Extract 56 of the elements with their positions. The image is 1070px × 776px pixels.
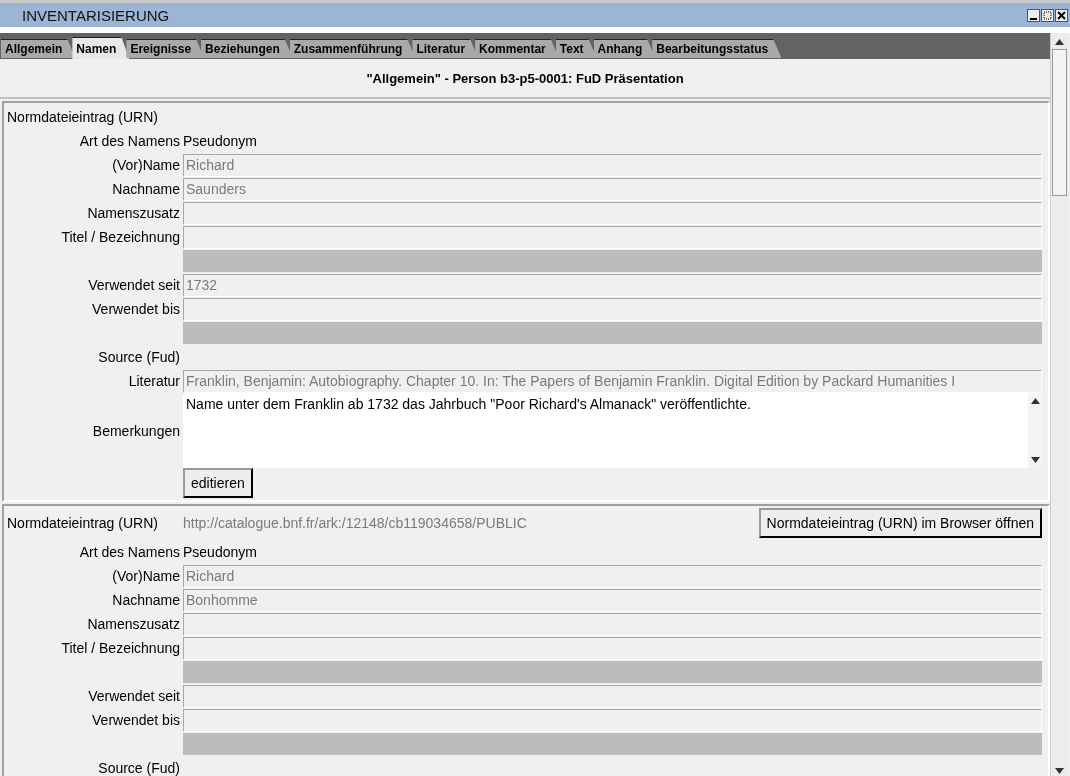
field-label: Titel / Bezeichnung xyxy=(60,229,180,245)
urn-value: http://catalogue.bnf.fr/ark:/12148/cb119034658/PUBLIC xyxy=(183,515,527,531)
text-field[interactable] xyxy=(183,201,1042,225)
field-label: Literatur xyxy=(127,373,180,389)
field-label: Source (Fud) xyxy=(97,760,180,776)
field-label: Namenszusatz xyxy=(86,205,180,221)
tab[interactable]: Namen xyxy=(72,37,130,59)
text-field[interactable]: Franklin, Benjamin: Autobiography. Chapter 10. In: The Papers of Benjamin Franklin. Digital Edition by Packard Humanities I xyxy=(183,369,1042,393)
close-icon[interactable] xyxy=(1055,8,1068,22)
tab[interactable]: Bearbeitungsstatus xyxy=(652,39,782,58)
vertical-scrollbar[interactable] xyxy=(1050,33,1068,776)
text-field[interactable] xyxy=(183,684,1042,708)
field-label: Nachname xyxy=(111,181,180,197)
maximize-icon[interactable] xyxy=(1041,8,1054,22)
text-field[interactable]: Saunders xyxy=(183,177,1042,201)
scroll-up-icon[interactable] xyxy=(1055,39,1064,45)
field-label: Verwendet bis xyxy=(91,301,180,317)
field-label: Art des Namens xyxy=(78,133,180,149)
text-field[interactable]: 1732 xyxy=(183,273,1042,297)
form-heading: "Allgemein" - Person b3-p5-0001: FuD Präsentation xyxy=(0,59,1050,99)
tab[interactable]: Kommentar xyxy=(475,39,559,58)
scroll-down-icon[interactable] xyxy=(1055,768,1064,774)
field-label: Verwendet seit xyxy=(87,277,180,293)
field-label: Verwendet seit xyxy=(87,688,180,704)
field-label: (Vor)Name xyxy=(111,568,180,584)
field-label: Namenszusatz xyxy=(86,616,180,632)
field-label: Verwendet bis xyxy=(91,712,180,728)
text-field[interactable] xyxy=(183,636,1042,660)
scroll-up-icon[interactable] xyxy=(1030,398,1040,404)
field-label: Normdateieintrag (URN) xyxy=(7,109,159,125)
scroll-thumb[interactable] xyxy=(1052,49,1067,196)
scrollbar[interactable] xyxy=(1028,393,1042,468)
text-field[interactable] xyxy=(183,297,1042,321)
edit-button[interactable]: editieren xyxy=(183,468,253,498)
field-value: Pseudonym xyxy=(183,544,258,560)
tab[interactable]: Beziehungen xyxy=(201,39,293,58)
window-title: INVENTARISIERUNG xyxy=(22,6,170,24)
field-label: Art des Namens xyxy=(78,544,180,560)
field-label: Normdateieintrag (URN) xyxy=(7,515,159,531)
field-label: (Vor)Name xyxy=(111,157,180,173)
field-label: Source (Fud) xyxy=(97,349,180,365)
text-field[interactable] xyxy=(183,708,1042,732)
scroll-down-icon[interactable] xyxy=(1030,457,1040,463)
text-field[interactable] xyxy=(183,225,1042,249)
remarks-text-area[interactable]: Name unter dem Franklin ab 1732 das Jahrbuch "Poor Richard's Almanack" veröffentlichte. xyxy=(183,393,1042,468)
field-label: Titel / Bezeichnung xyxy=(60,640,180,656)
text-field[interactable]: Richard xyxy=(183,153,1042,177)
text-field[interactable]: Bonhomme xyxy=(183,588,1042,612)
text-field[interactable]: Richard xyxy=(183,564,1042,588)
field-label: Nachname xyxy=(111,592,180,608)
minimize-icon[interactable] xyxy=(1027,8,1040,22)
field-label: Bemerkungen xyxy=(91,422,180,439)
field-value: Pseudonym xyxy=(183,133,258,149)
text-field[interactable] xyxy=(183,612,1042,636)
tab[interactable]: Text xyxy=(555,39,597,58)
open-in-browser-button[interactable]: Normdateieintrag (URN) im Browser öffnen xyxy=(758,508,1042,538)
